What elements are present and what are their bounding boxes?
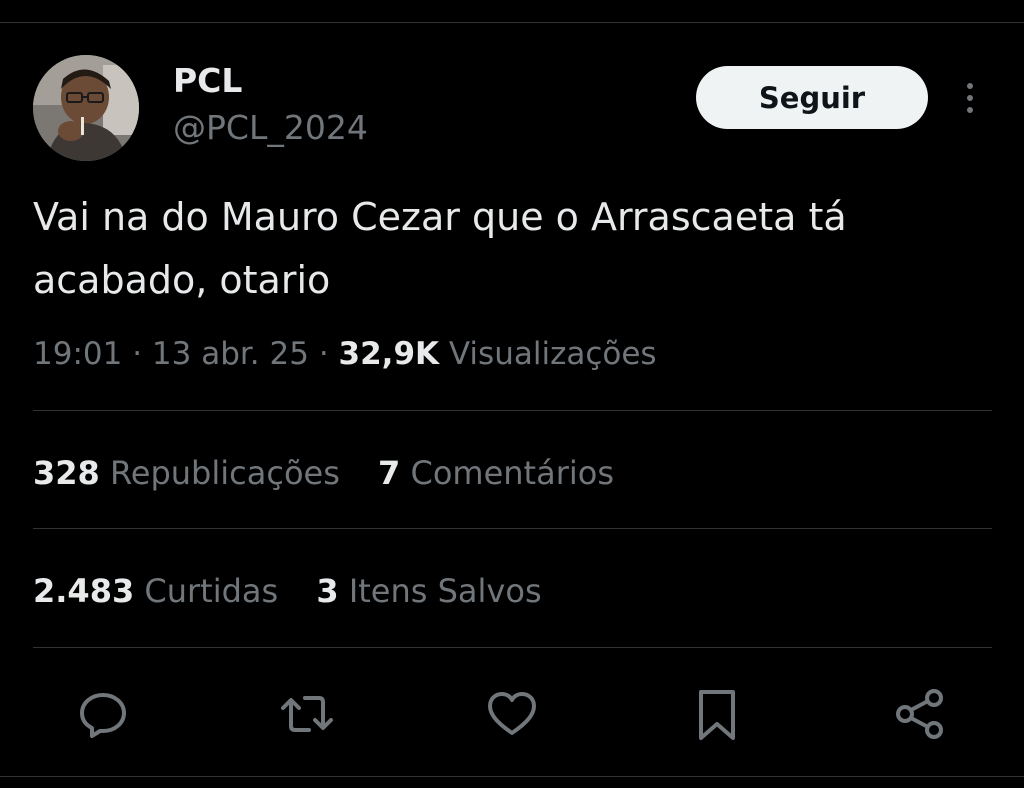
divider <box>33 410 992 411</box>
repost-button[interactable] <box>279 686 335 742</box>
stats-row-likes: 2.483 Curtidas 3 Itens Salvos <box>33 569 570 613</box>
comments-count: 7 <box>378 454 401 492</box>
reply-icon <box>80 693 126 738</box>
repost-icon <box>281 696 333 732</box>
bookmarks-label: Itens Salvos <box>348 572 542 610</box>
views-count: 32,9K <box>338 336 440 372</box>
like-button[interactable] <box>484 686 540 742</box>
avatar[interactable] <box>33 55 139 161</box>
tweet-time[interactable]: 19:01 <box>33 336 122 372</box>
reposts-count: 328 <box>33 454 100 492</box>
follow-button[interactable]: Seguir <box>696 66 928 129</box>
bottom-divider <box>0 776 1024 777</box>
meta-separator: · <box>132 336 143 372</box>
reposts-label: Republicações <box>109 454 340 492</box>
more-vertical-icon <box>967 83 973 113</box>
stats-row-engagement: 328 Republicações 7 Comentários <box>33 451 642 495</box>
share-button[interactable] <box>892 686 948 742</box>
likes-label: Curtidas <box>144 572 279 610</box>
likes-stat[interactable]: 2.483 Curtidas <box>33 569 278 613</box>
bookmarks-stat[interactable]: 3 Itens Salvos <box>316 569 541 613</box>
tweet-meta: 19:01 · 13 abr. 25 · 32,9K Visualizações <box>33 332 657 376</box>
divider <box>33 647 992 648</box>
share-icon <box>896 689 943 739</box>
comments-stat[interactable]: 7 Comentários <box>378 451 614 495</box>
tweet-date[interactable]: 13 abr. 25 <box>152 336 309 372</box>
likes-count: 2.483 <box>33 572 135 610</box>
like-icon <box>488 692 536 735</box>
bookmark-button[interactable] <box>689 686 745 742</box>
top-divider <box>0 22 1024 23</box>
views-label: Visualizações <box>448 336 657 372</box>
display-name[interactable]: PCL <box>173 61 242 101</box>
more-options-button[interactable] <box>954 76 986 120</box>
reposts-stat[interactable]: 328 Republicações <box>33 451 340 495</box>
bookmark-icon <box>699 690 735 740</box>
tweet-text: Vai na do Mauro Cezar que o Arrascaeta t… <box>33 195 847 302</box>
profile-photo <box>33 55 139 161</box>
bookmarks-count: 3 <box>316 572 339 610</box>
user-handle[interactable]: @PCL_2024 <box>173 108 368 148</box>
divider <box>33 528 992 529</box>
reply-button[interactable] <box>75 686 131 742</box>
meta-separator: · <box>318 336 329 372</box>
comments-label: Comentários <box>410 454 614 492</box>
